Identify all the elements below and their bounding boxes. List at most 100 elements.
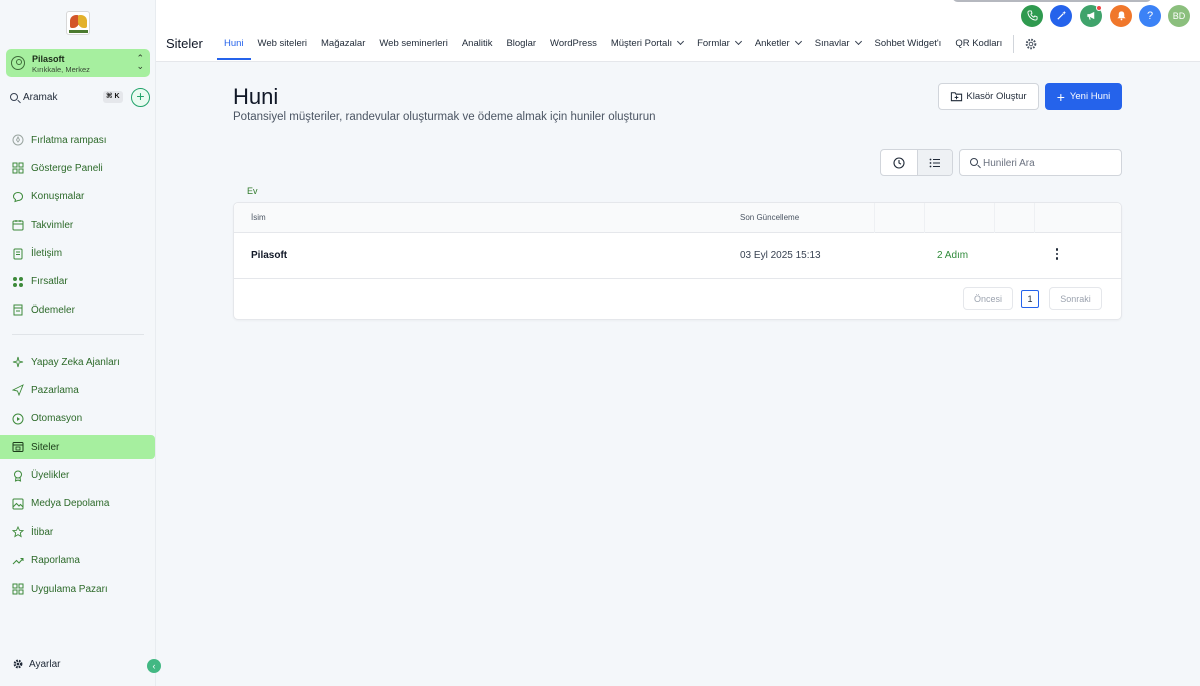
sidebar-item-media-storage[interactable]: Medya Depolama (0, 492, 156, 516)
tab-label: QR Kodları (955, 38, 1003, 49)
sidebar-item-reputation[interactable]: İtibar (0, 520, 156, 544)
dashboard-icon (12, 162, 24, 174)
chevron-down-icon (677, 37, 685, 46)
tab-chat-widget[interactable]: Sohbet Widget'ı (868, 32, 949, 60)
gear-icon[interactable] (1024, 37, 1038, 51)
tab-label: Analitik (461, 38, 493, 49)
sidebar-item-calendars[interactable]: Takvimler (0, 213, 156, 237)
column-header-name[interactable]: İsim (251, 213, 266, 222)
user-avatar-button[interactable]: BD (1168, 5, 1190, 27)
column-divider (924, 203, 925, 233)
bell-icon (1116, 11, 1126, 21)
sparkles-icon (12, 356, 24, 368)
search-icon (970, 158, 978, 166)
sidebar-item-label: Raporlama (31, 555, 80, 567)
recent-view-button[interactable] (881, 150, 917, 175)
list-view-button[interactable] (916, 150, 952, 175)
table-header: İsim Son Güncelleme (234, 203, 1121, 233)
magic-button[interactable] (1050, 5, 1072, 27)
sidebar-item-label: Siteler (31, 441, 60, 453)
tab-label: Web siteleri (257, 38, 307, 49)
notifications-button[interactable] (1110, 5, 1132, 27)
sidebar-item-ai-agents[interactable]: Yapay Zeka Ajanları (0, 350, 156, 374)
account-location: Kırıkkale, Merkez (32, 65, 90, 74)
tab-quizzes[interactable]: Sınavlar (808, 32, 868, 60)
funnel-search-input[interactable] (983, 155, 1113, 171)
tab-stores[interactable]: Mağazalar (314, 32, 372, 60)
chart-icon (12, 555, 24, 567)
folder-plus-icon (951, 92, 963, 102)
sidebar-item-sites[interactable]: Siteler (0, 435, 155, 460)
sidebar-item-label: Gösterge Paneli (31, 162, 103, 174)
sites-icon (12, 441, 24, 453)
sidebar-item-marketing[interactable]: Pazarlama (0, 378, 156, 402)
sidebar-item-label: İtibar (31, 526, 54, 538)
funnel-search (959, 149, 1122, 176)
megaphone-icon (1086, 11, 1094, 20)
page-number-button[interactable]: 1 (1021, 290, 1039, 308)
sidebar-item-launchpad[interactable]: Fırlatma rampası (0, 128, 156, 152)
sidebar-item-conversations[interactable]: Konuşmalar (0, 185, 156, 209)
announcements-button[interactable] (1080, 5, 1102, 27)
sidebar-item-reporting[interactable]: Raporlama (0, 549, 156, 573)
sidebar-item-settings[interactable]: Ayarlar (12, 658, 61, 670)
create-folder-label: Klasör Oluştur (966, 91, 1027, 102)
sidebar-item-app-marketplace[interactable]: Uygulama Pazarı (0, 577, 156, 601)
chevron-updown-icon: ⌃ ⌄ (136, 53, 144, 71)
collapse-sidebar-button[interactable]: ‹ (147, 659, 161, 673)
tab-label: Bloglar (506, 38, 537, 49)
more-options-icon[interactable] (1051, 246, 1063, 264)
sidebar-item-dashboard[interactable]: Gösterge Paneli (0, 156, 156, 180)
sidebar-item-opportunities[interactable]: Fırsatlar (0, 270, 156, 294)
notification-dot (1096, 5, 1102, 11)
tab-webinars[interactable]: Web seminerleri (372, 32, 454, 60)
help-button[interactable]: ? (1139, 5, 1161, 27)
sidebar-item-payments[interactable]: Ödemeler (0, 298, 156, 322)
sidebar-item-label: Fırsatlar (31, 276, 68, 288)
tab-client-portal[interactable]: Müşteri Portalı (604, 32, 690, 60)
sidebar-item-label: Otomasyon (31, 413, 83, 425)
company-logo[interactable] (66, 11, 90, 35)
phone-icon (1026, 10, 1038, 21)
sidebar-item-contacts[interactable]: İletişim (0, 242, 156, 266)
create-folder-button[interactable]: Klasör Oluştur (938, 83, 1039, 110)
phone-button[interactable] (1021, 5, 1043, 27)
column-header-updated[interactable]: Son Güncelleme (740, 213, 799, 222)
rocket-icon (12, 134, 24, 146)
breadcrumb[interactable]: Ev (247, 186, 258, 196)
tab-forms[interactable]: Formlar (690, 32, 748, 60)
sidebar-search[interactable]: Aramak ⌘ K + (10, 88, 150, 107)
award-icon (12, 470, 24, 482)
tab-surveys[interactable]: Anketler (748, 32, 808, 60)
sidebar-item-label: Fırlatma rampası (31, 134, 107, 146)
table-row[interactable]: Pilasoft 03 Eyl 2025 15:13 2 Adım (234, 233, 1121, 279)
sidebar-item-label: Uygulama Pazarı (31, 583, 108, 595)
view-toggle (880, 149, 953, 176)
quick-add-button[interactable]: + (131, 88, 150, 107)
sidebar: Pilasoft Kırıkkale, Merkez ⌃ ⌄ Aramak ⌘ K… (0, 0, 161, 686)
account-switcher[interactable]: Pilasoft Kırıkkale, Merkez ⌃ ⌄ (6, 49, 150, 77)
sidebar-item-automation[interactable]: Otomasyon (0, 407, 156, 431)
sidebar-item-memberships[interactable]: Üyelikler (0, 464, 156, 488)
sidebar-search-label: Aramak (23, 92, 58, 103)
next-page-button[interactable]: Sonraki (1049, 287, 1102, 310)
new-funnel-label: Yeni Huni (1069, 91, 1111, 102)
chat-icon (12, 191, 24, 203)
chevron-down-icon (854, 37, 862, 46)
tab-websites[interactable]: Web siteleri (251, 32, 314, 60)
tab-qr-codes[interactable]: QR Kodları (948, 32, 1009, 60)
top-accent-bar (952, 0, 1152, 2)
tab-funnels[interactable]: Huni (217, 32, 251, 60)
tab-analytics[interactable]: Analitik (455, 32, 500, 60)
sidebar-item-label: İletişim (31, 248, 63, 260)
previous-page-button[interactable]: Öncesi (963, 287, 1013, 310)
sidebar-item-label: Yapay Zeka Ajanları (31, 356, 120, 368)
tab-blogs[interactable]: Bloglar (499, 32, 543, 60)
new-funnel-button[interactable]: + Yeni Huni (1045, 83, 1122, 110)
funnel-name[interactable]: Pilasoft (251, 250, 287, 261)
avatar: BD (1172, 11, 1186, 21)
account-avatar-icon (11, 56, 25, 70)
chevron-down-icon (794, 37, 802, 46)
tab-wordpress[interactable]: WordPress (543, 32, 604, 60)
funnel-steps[interactable]: 2 Adım (937, 250, 968, 261)
